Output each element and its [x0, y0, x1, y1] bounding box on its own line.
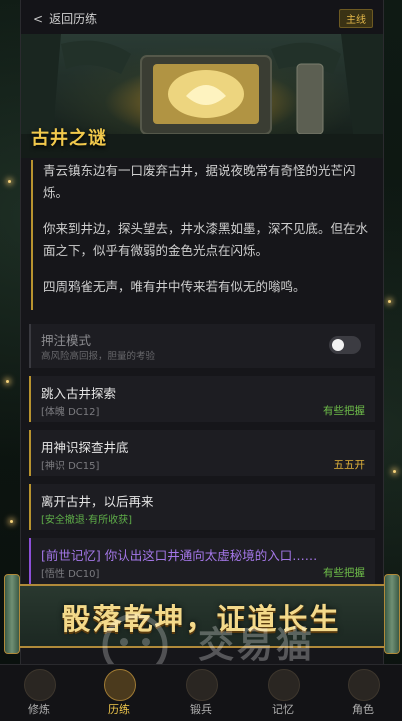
- story-paragraph: 四周鸦雀无声，唯有井中传来若有似无的嗡鸣。: [43, 279, 306, 294]
- spark: [10, 520, 13, 523]
- choice-probe-with-spirit[interactable]: 用神识探查井底 [神识 DC15] 五五开: [29, 430, 375, 476]
- spark: [8, 180, 11, 183]
- choice-title: 离开古井，以后再来: [41, 494, 154, 509]
- choice-check: [神识 DC15]: [41, 461, 100, 472]
- tab-cultivate[interactable]: 修炼: [4, 665, 74, 721]
- choice-check: [安全撤退·有所收获]: [41, 515, 132, 526]
- back-button[interactable]: < 返回历练: [33, 10, 97, 27]
- choice-odds: 有些把握: [323, 405, 365, 417]
- choice-leave-well[interactable]: 离开古井，以后再来 [安全撤退·有所收获]: [29, 484, 375, 530]
- banner-slogan: 骰落乾坤，证道长生: [61, 602, 341, 636]
- character-icon: [348, 669, 380, 701]
- scene-title: 古井之谜: [31, 128, 107, 149]
- bet-mode-subtitle: 高风险高回报，胆量的考验: [41, 351, 156, 362]
- promo-banner: 骰落乾坤，证道长生: [0, 572, 402, 658]
- tab-forge[interactable]: 锻兵: [166, 665, 236, 721]
- spark: [393, 470, 396, 473]
- top-bar: < 返回历练 主线: [21, 0, 383, 34]
- bottom-tab-bar: 修炼 历练 锻兵 记忆 角色: [0, 664, 402, 721]
- choice-check: [体魄 DC12]: [41, 407, 100, 418]
- story-paragraph: 你来到井边，探头望去，井水漆黑如墨，深不见底。但在水面之下，似乎有微弱的金色光点…: [43, 221, 369, 258]
- tab-character[interactable]: 角色: [328, 665, 398, 721]
- chevron-left-icon: <: [33, 12, 44, 26]
- quest-type-badge: 主线: [339, 9, 373, 28]
- tab-label: 记忆: [272, 703, 294, 716]
- forge-icon: [186, 669, 218, 701]
- spark: [388, 300, 391, 303]
- choice-jump-into-well[interactable]: 跳入古井探索 [体魄 DC12] 有些把握: [29, 376, 375, 422]
- scroll-icon: [104, 669, 136, 701]
- tab-label: 历练: [108, 703, 130, 716]
- back-label: 返回历练: [49, 12, 98, 26]
- bet-mode-row: 押注模式 高风险高回报，胆量的考验: [29, 324, 375, 368]
- cultivate-icon: [24, 669, 56, 701]
- choice-title: [前世记忆] 你认出这口井通向太虚秘境的入口……: [41, 548, 318, 563]
- spark: [6, 380, 9, 383]
- tab-memory[interactable]: 记忆: [248, 665, 318, 721]
- bet-mode-title: 押注模式: [41, 333, 92, 348]
- tab-label: 锻兵: [190, 703, 212, 716]
- choice-title: 跳入古井探索: [41, 386, 117, 401]
- toggle-knob: [332, 339, 344, 351]
- scene-illustration: 古井之谜: [21, 34, 383, 158]
- tab-adventure[interactable]: 历练: [84, 665, 154, 721]
- story-paragraph: 青云镇东边有一口废弃古井，据说夜晚常有奇怪的光芒闪烁。: [43, 163, 356, 200]
- memory-icon: [268, 669, 300, 701]
- tab-label: 角色: [352, 703, 374, 716]
- choice-title: 用神识探查井底: [41, 440, 129, 455]
- story-text: 青云镇东边有一口废弃古井，据说夜晚常有奇怪的光芒闪烁。 你来到井边，探头望去，井…: [31, 160, 371, 310]
- choice-odds: 五五开: [333, 459, 366, 471]
- tab-label: 修炼: [28, 703, 50, 716]
- bet-mode-toggle[interactable]: [329, 336, 361, 354]
